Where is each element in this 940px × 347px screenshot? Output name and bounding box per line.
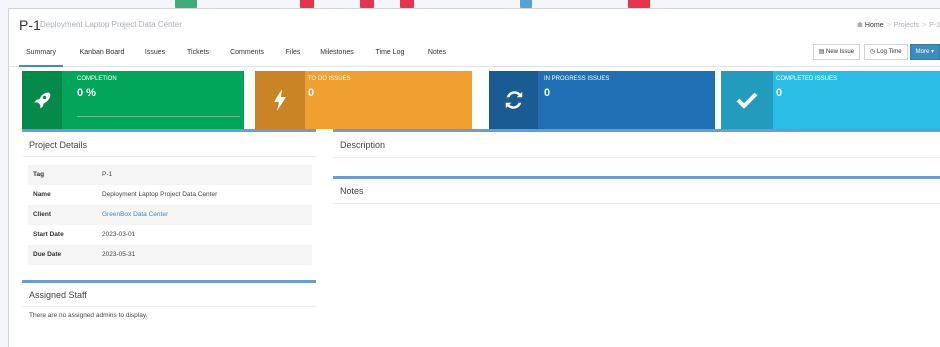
- stat-label: COMPLETED ISSUES: [776, 76, 838, 82]
- bolt-icon: [255, 71, 305, 129]
- home-icon: ☗: [856, 22, 863, 29]
- tab-comments[interactable]: Comments: [226, 39, 268, 67]
- project-id: P-1: [19, 17, 41, 33]
- stat-completed-issues: COMPLETED ISSUES 0: [721, 71, 940, 129]
- stat-value: 0 %: [77, 87, 96, 99]
- notes-heading: Notes: [340, 186, 364, 196]
- tab-kanban-board[interactable]: Kanban Board: [75, 39, 129, 67]
- stat-label: TO DO ISSUES: [308, 76, 351, 82]
- page-header: P-1 Deployment Laptop Project Data Cente…: [9, 9, 940, 39]
- stat-in-progress-issues: IN PROGRESS ISSUES 0: [489, 71, 715, 129]
- breadcrumb: ☗ Home > Projects > P-1: [856, 22, 940, 29]
- stat-value: 0: [544, 87, 551, 99]
- list-icon: ▤: [818, 49, 827, 55]
- assigned-staff-empty-text: There are no assigned admins to display.: [29, 312, 148, 319]
- project-page: P-1 Deployment Laptop Project Data Cente…: [8, 8, 940, 347]
- project-details-heading: Project Details: [29, 140, 88, 150]
- tab-files[interactable]: Files: [282, 39, 304, 67]
- client-link[interactable]: GreenBox Data Center: [102, 205, 168, 225]
- project-title: Deployment Laptop Project Data Center: [40, 20, 182, 29]
- assigned-staff-heading: Assigned Staff: [29, 290, 87, 300]
- detail-row-start-date: Start Date 2023-03-01: [33, 231, 136, 238]
- stat-label: COMPLETION: [77, 76, 117, 82]
- stat-value: 0: [308, 87, 315, 99]
- stat-label: IN PROGRESS ISSUES: [544, 76, 610, 82]
- detail-row-client: Client GreenBox Data Center: [28, 205, 312, 225]
- check-icon: [721, 71, 773, 129]
- detail-row-due-date: Due Date 2023-05-31: [28, 245, 312, 265]
- new-issue-button[interactable]: ▤ New Issue: [812, 44, 861, 60]
- breadcrumb-current: P-1: [929, 22, 940, 29]
- tab-milestones[interactable]: Milestones: [315, 39, 359, 67]
- stat-completion: COMPLETION 0 %: [22, 71, 244, 129]
- project-tabs: Summary Kanban Board Issues Tickets Comm…: [9, 39, 940, 67]
- stat-value: 0: [776, 87, 783, 99]
- detail-row-tag: Tag P-1: [28, 165, 312, 185]
- progress-bar: [77, 116, 240, 117]
- tab-notes[interactable]: Notes: [422, 39, 452, 67]
- action-buttons: ▤ New Issue ◷ Log Time More ▾: [809, 44, 940, 60]
- clock-icon: ◷: [870, 49, 877, 55]
- notes-box: Notes: [333, 176, 940, 212]
- description-heading: Description: [340, 140, 386, 150]
- detail-row-name: Name Deployment Laptop Project Data Cent…: [33, 191, 218, 198]
- tab-time-log[interactable]: Time Log: [370, 39, 410, 67]
- breadcrumb-projects[interactable]: Projects: [894, 22, 919, 29]
- rocket-icon: [22, 71, 62, 129]
- breadcrumb-home[interactable]: Home: [865, 22, 884, 29]
- tab-issues[interactable]: Issues: [141, 39, 169, 67]
- log-time-button[interactable]: ◷ Log Time: [864, 44, 908, 60]
- project-details-box: Project Details Tag P-1 Name Deployment …: [22, 129, 316, 271]
- description-box: Description: [333, 129, 940, 165]
- tab-summary[interactable]: Summary: [19, 39, 63, 67]
- stat-todo-issues: TO DO ISSUES 0: [255, 71, 472, 129]
- caret-down-icon: ▾: [929, 49, 934, 55]
- refresh-icon: [489, 71, 538, 129]
- more-button[interactable]: More ▾: [909, 44, 940, 60]
- assigned-staff-box: Assigned Staff There are no assigned adm…: [22, 280, 316, 327]
- tab-tickets[interactable]: Tickets: [182, 39, 214, 67]
